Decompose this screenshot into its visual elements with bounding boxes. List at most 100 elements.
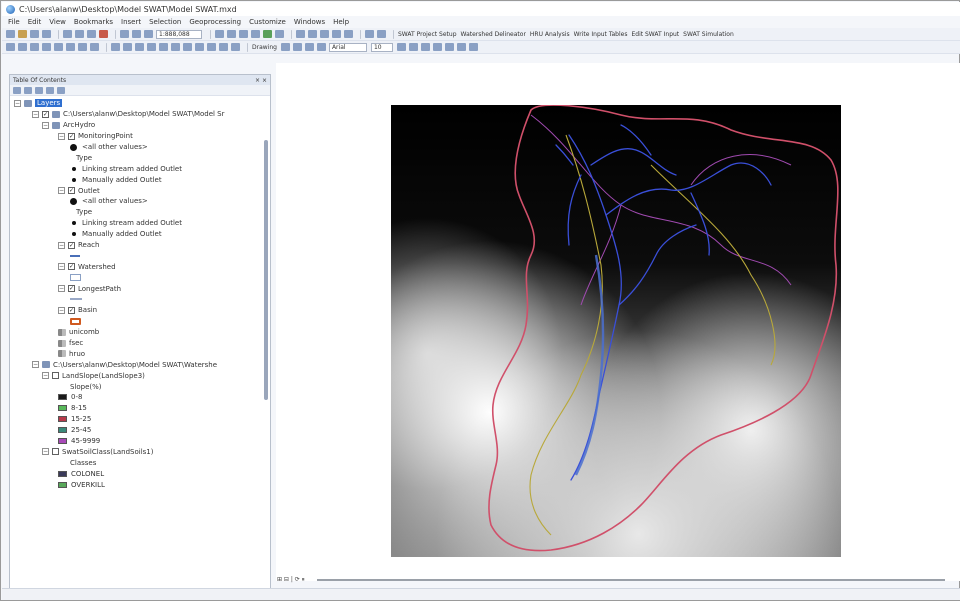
expand-collapse-icon[interactable]: − — [58, 263, 65, 271]
toc-close-icon[interactable]: × ⨯ — [255, 77, 267, 84]
hru-analysis-menu[interactable]: HRU Analysis — [530, 31, 570, 38]
toc-row[interactable]: Type — [10, 152, 270, 163]
editor-toolbar-icon[interactable] — [215, 30, 224, 38]
go-back-extent-icon[interactable] — [78, 43, 87, 51]
toc-row[interactable] — [10, 294, 270, 305]
toc-row[interactable]: <all other values> — [10, 196, 270, 207]
tool-icon[interactable] — [377, 30, 386, 38]
save-icon[interactable] — [30, 30, 39, 38]
layer-visibility-checkbox[interactable]: ✓ — [68, 285, 75, 293]
layer-visibility-checkbox[interactable]: ✓ — [68, 306, 75, 314]
find-route-icon[interactable] — [207, 43, 216, 51]
paste-icon[interactable] — [87, 30, 96, 38]
toc-row[interactable]: COLONEL — [10, 468, 270, 479]
toc-row[interactable]: − ✓ C:\Users\alanw\Desktop\Model SWAT\Mode… — [10, 109, 270, 120]
toc-row[interactable]: − SwatSoilClass(LandSoils1) — [10, 447, 270, 458]
zoom-out-icon[interactable] — [18, 43, 27, 51]
layer-visibility-checkbox[interactable]: ✓ — [42, 110, 49, 118]
toc-row[interactable]: − ✓ Reach — [10, 240, 270, 251]
menu-insert[interactable]: Insert — [121, 18, 141, 26]
underline-icon[interactable] — [420, 43, 430, 51]
menu-selection[interactable]: Selection — [149, 18, 181, 26]
go-forward-extent-icon[interactable] — [90, 43, 99, 51]
edit-swat-input-menu[interactable]: Edit SWAT Input — [631, 31, 679, 38]
toc-row[interactable]: OVERKILL — [10, 479, 270, 490]
toc-row[interactable]: Slope(%) — [10, 381, 270, 392]
menu-file[interactable]: File — [8, 18, 20, 26]
identify-icon[interactable] — [147, 43, 156, 51]
expand-collapse-icon[interactable]: − — [14, 99, 21, 107]
toc-row[interactable]: − Layers — [10, 98, 270, 109]
expand-collapse-icon[interactable]: − — [58, 241, 65, 249]
select-features-icon[interactable] — [111, 43, 120, 51]
map-scale-select[interactable]: 1:888,088 — [156, 29, 202, 39]
line-color-icon[interactable] — [456, 43, 466, 51]
open-folder-icon[interactable] — [18, 30, 27, 38]
rectangle-icon[interactable] — [304, 43, 314, 51]
layer-visibility-checkbox[interactable]: ✓ — [68, 132, 75, 140]
zoom-in-icon[interactable] — [6, 43, 15, 51]
page-layout-controls[interactable]: ⊞ ⊟ | ⟳ ⏸ — [277, 576, 305, 584]
menu-help[interactable]: Help — [333, 18, 349, 26]
font-name-select[interactable]: Arial — [328, 42, 367, 52]
toc-row[interactable]: − C:\Users\alanw\Desktop\Model SWAT\Water… — [10, 359, 270, 370]
toc-row[interactable]: <all other values> — [10, 142, 270, 153]
swat-simulation-menu[interactable]: SWAT Simulation — [683, 31, 734, 38]
toc-row[interactable]: Linking stream added Outlet — [10, 163, 270, 174]
search-window-icon[interactable] — [251, 30, 260, 38]
new-document-icon[interactable] — [6, 30, 15, 38]
toc-row[interactable]: fsec — [10, 338, 270, 349]
horizontal-scrollbar[interactable] — [316, 579, 945, 581]
menu-edit[interactable]: Edit — [28, 18, 42, 26]
html-popup-icon[interactable] — [171, 43, 180, 51]
go-to-xy-icon[interactable] — [219, 43, 228, 51]
arctoolbox-icon[interactable] — [263, 30, 272, 38]
menu-customize[interactable]: Customize — [249, 18, 286, 26]
layer-visibility-checkbox[interactable]: ✓ — [68, 263, 75, 271]
expand-collapse-icon[interactable]: − — [42, 448, 49, 456]
toc-row[interactable]: 0-8 — [10, 392, 270, 403]
time-slider-icon[interactable] — [231, 43, 240, 51]
layer-visibility-checkbox[interactable] — [52, 372, 59, 380]
toc-row[interactable]: − ArcHydro — [10, 120, 270, 131]
list-by-visibility-icon[interactable] — [35, 86, 43, 94]
select-element-arrow-icon[interactable] — [280, 43, 290, 51]
expand-collapse-icon[interactable]: − — [42, 372, 49, 380]
layer-visibility-checkbox[interactable] — [52, 448, 59, 456]
back-icon[interactable] — [320, 30, 329, 38]
pan-hand-icon[interactable] — [30, 43, 39, 51]
watershed-map[interactable] — [391, 105, 841, 557]
clear-selection-icon[interactable] — [123, 43, 132, 51]
expand-collapse-icon[interactable]: − — [58, 132, 65, 140]
toc-row[interactable] — [10, 272, 270, 283]
delete-icon[interactable] — [99, 30, 108, 38]
text-tool-icon[interactable] — [316, 43, 326, 51]
list-by-drawing-order-icon[interactable] — [13, 86, 21, 94]
undo-icon[interactable] — [120, 30, 129, 38]
expand-collapse-icon[interactable]: − — [58, 306, 65, 314]
toc-row[interactable]: 8-15 — [10, 403, 270, 414]
full-extent-icon[interactable] — [42, 43, 51, 51]
toc-row[interactable]: − ✓ Watershed — [10, 261, 270, 272]
add-data-icon[interactable] — [144, 30, 153, 38]
toc-row[interactable]: 45-9999 — [10, 436, 270, 447]
redo-icon[interactable] — [132, 30, 141, 38]
layer-visibility-checkbox[interactable]: ✓ — [68, 187, 75, 195]
catalog-window-icon[interactable] — [239, 30, 248, 38]
toc-row[interactable]: − ✓ Basin — [10, 305, 270, 316]
write-input-tables-menu[interactable]: Write Input Tables — [574, 31, 628, 38]
fill-color-icon[interactable] — [444, 43, 454, 51]
font-color-icon[interactable] — [432, 43, 442, 51]
toc-scrollbar-thumb[interactable] — [264, 140, 268, 400]
tool-icon[interactable] — [365, 30, 374, 38]
select-elements-icon[interactable] — [135, 43, 144, 51]
toc-row[interactable]: unicomb — [10, 327, 270, 338]
expand-collapse-icon[interactable]: − — [32, 110, 39, 118]
menu-geoprocessing[interactable]: Geoprocessing — [189, 18, 241, 26]
menu-windows[interactable]: Windows — [294, 18, 325, 26]
pan-icon[interactable] — [308, 30, 317, 38]
find-icon[interactable] — [195, 43, 204, 51]
expand-collapse-icon[interactable]: − — [42, 121, 49, 129]
toc-window-icon[interactable] — [227, 30, 236, 38]
cut-icon[interactable] — [63, 30, 72, 38]
